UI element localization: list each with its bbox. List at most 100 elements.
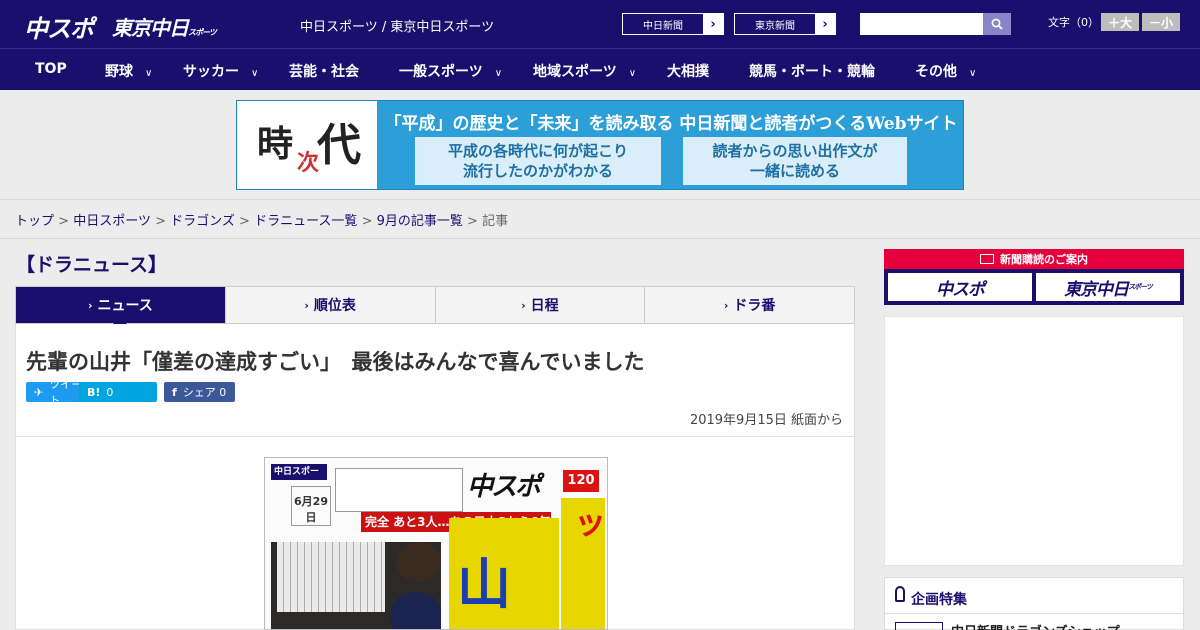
tokyo-chunichi-logo[interactable]: 東京中日スポーツ [112, 12, 217, 41]
chunichi-shimbun-link[interactable]: 中日新聞 › [622, 13, 724, 35]
paper-date: 6月29日 [291, 486, 331, 526]
article-title: 先輩の山井「僅差の達成すごい」 最後はみんなで喜んでいました [26, 350, 645, 374]
search-input[interactable] [860, 13, 983, 35]
paper-vertical-headline: ノーヒッ [561, 498, 607, 629]
tokyo-logo-sub: スポーツ [188, 28, 217, 37]
chevron-down-icon: ∨ [969, 68, 977, 79]
heisei-banner[interactable]: 時 次 代 「平成」の歴史と「未来」を読み取る 中日新聞と読者がつくるWebサイ… [236, 100, 964, 190]
cap-shape [391, 592, 441, 629]
nav-label: 野球 [105, 64, 133, 80]
nav-item-general-sports[interactable]: 一般スポーツ ∨ [399, 61, 502, 81]
tab-standings[interactable]: › 順位表 [226, 287, 436, 323]
divider [16, 436, 854, 437]
section-title: 【ドラニュース】 [16, 254, 168, 276]
chevron-right-icon: › [304, 298, 309, 312]
nav-label: 地域スポーツ [533, 64, 617, 80]
paper-text-columns [277, 542, 385, 612]
newspaper-icon [980, 254, 994, 264]
chevron-right-icon: › [815, 14, 835, 34]
twitter-bird-icon: ✈ [34, 385, 44, 399]
facebook-label: シェア [182, 386, 216, 399]
tab-dora-ban[interactable]: › ドラ番 [645, 287, 854, 323]
sub-btn-sub: スポーツ [1128, 283, 1153, 291]
divider [0, 238, 1200, 239]
subscription-title: 新聞購読のご案内 [1000, 253, 1088, 266]
breadcrumb-current: 記事 [482, 214, 509, 229]
paper-big-char: 山 [457, 552, 511, 616]
breadcrumb-link[interactable]: 9月の記事一覧 [377, 214, 463, 229]
breadcrumb-separator: > [239, 214, 250, 229]
nav-label: サッカー [183, 64, 239, 80]
nav-item-soccer[interactable]: サッカー ∨ [183, 61, 258, 81]
font-smaller-button[interactable]: －小 [1142, 13, 1180, 31]
paper-price: 120円 [563, 470, 599, 510]
banner-headline: 「平成」の歴史と「未来」を読み取る 中日新聞と読者がつくるWebサイト [384, 114, 958, 134]
facebook-icon: f [172, 385, 177, 399]
font-larger-button[interactable]: ＋大 [1101, 13, 1139, 31]
nav-item-entertainment[interactable]: 芸能・社会 [289, 61, 359, 81]
chevron-right-icon: › [521, 298, 526, 312]
banner-logo: 時 次 代 [237, 101, 377, 189]
nav-item-sumo[interactable]: 大相撲 [667, 61, 709, 81]
sub-btn-label: 東京中日 [1064, 279, 1129, 300]
nav-item-other[interactable]: その他 ∨ [915, 61, 976, 81]
nav-label: 競馬・ボート・競輪 [749, 64, 875, 80]
paper-vertical-text: ノーヒッ [563, 508, 607, 610]
nav-label: 芸能・社会 [289, 64, 359, 80]
article: 先輩の山井「僅差の達成すごい」 最後はみんなで喜んでいました ✈ ツイート B! 0… [15, 324, 855, 630]
facebook-share-button[interactable]: f シェア 0 [164, 382, 235, 402]
search-button[interactable] [983, 13, 1011, 35]
facebook-count: 0 [219, 385, 227, 399]
banner-kanji: 代 [317, 120, 361, 171]
chevron-down-icon: ∨ [628, 68, 637, 79]
ribbon-icon [895, 586, 905, 602]
tokyo-logo-text: 東京中日 [112, 16, 189, 40]
nav-label: TOP [35, 61, 67, 77]
subscribe-chuspo-button[interactable]: 中スポ [888, 273, 1032, 301]
banner-kanji: 次 [297, 150, 320, 176]
tokyo-shimbun-label: 東京新聞 [755, 20, 795, 32]
dragons-tabs: › ニュース › 順位表 › 日程 › ドラ番 [15, 286, 855, 331]
nav-item-local-sports[interactable]: 地域スポーツ ∨ [533, 61, 636, 81]
chuspo-logo[interactable]: 中スポ [24, 9, 94, 44]
feature-box: 企画特集 中日新聞ドラゴンズショップ [884, 577, 1184, 630]
site-header: 中スポ 東京中日スポーツ 中日スポーツ / 東京中日スポーツ 中日新聞 › 東京… [0, 0, 1200, 48]
banner-kanji: 時 [257, 123, 294, 165]
nav-label: 大相撲 [667, 64, 709, 80]
newspaper-front-page-image: 中日スポーツ 6月29日 中スポ 120円 完全 あと3人…あの日本Sから6年 … [264, 457, 608, 630]
banner-feature-2: 読者からの思い出作文が 一緒に読める [683, 137, 907, 185]
ad-slot [884, 316, 1184, 566]
paper-ad-space [335, 468, 463, 512]
breadcrumb-separator: > [467, 214, 478, 229]
nav-item-top[interactable]: TOP [35, 61, 67, 77]
subscribe-tokyo-button[interactable]: 東京中日 スポーツ [1036, 273, 1180, 301]
breadcrumb: トップ > 中日スポーツ > ドラゴンズ > ドラニュース一覧 > 9月の記事一… [15, 210, 508, 229]
tab-label: 日程 [530, 298, 559, 314]
chevron-right-icon: › [723, 298, 729, 312]
tab-label: ドラ番 [733, 298, 776, 314]
tab-schedule[interactable]: › 日程 [436, 287, 646, 323]
breadcrumb-link[interactable]: ドラゴンズ [170, 214, 235, 229]
font-size-label: 文字（0） [1048, 16, 1099, 29]
tokyo-shimbun-link[interactable]: 東京新聞 › [734, 13, 836, 35]
feature-item-link[interactable]: 中日新聞ドラゴンズショップ [951, 621, 1120, 630]
hatena-bookmark-button[interactable]: B! 0 [79, 382, 157, 402]
tab-label: 順位表 [313, 298, 356, 314]
nav-item-baseball[interactable]: 野球 ∨ [105, 61, 152, 81]
feature-thumbnail[interactable] [895, 622, 943, 630]
banner-area: 時 次 代 「平成」の歴史と「未来」を読み取る 中日新聞と読者がつくるWebサイ… [0, 90, 1200, 200]
breadcrumb-separator: > [361, 214, 373, 229]
paper-big-headline: 山 [449, 518, 559, 629]
tab-news[interactable]: › ニュース [16, 287, 226, 331]
nav-item-racing[interactable]: 競馬・ボート・競輪 [749, 61, 875, 81]
tab-label: ニュース [97, 298, 153, 314]
chunichi-shimbun-label: 中日新聞 [643, 20, 683, 32]
subscription-header: 新聞購読のご案内 [884, 249, 1184, 269]
chevron-down-icon: ∨ [145, 68, 153, 79]
article-date: 2019年9月15日 紙面から [689, 413, 843, 428]
breadcrumb-link[interactable]: 中日スポーツ [73, 214, 151, 229]
breadcrumb-link[interactable]: ドラニュース一覧 [254, 214, 357, 229]
breadcrumb-separator: > [155, 214, 166, 229]
nav-label: その他 [915, 64, 957, 80]
breadcrumb-link[interactable]: トップ [15, 214, 54, 229]
